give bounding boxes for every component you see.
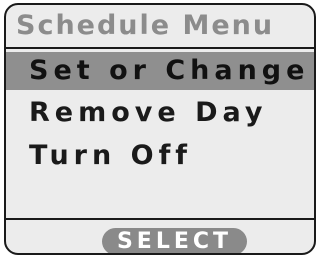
select-button[interactable]: SELECT <box>102 228 247 253</box>
softkey-divider <box>6 218 314 220</box>
title-divider <box>6 47 314 49</box>
lcd-screen: Schedule Menu Set or Change Remove Day T… <box>4 3 316 255</box>
menu-item-turn-off[interactable]: Turn Off <box>6 137 314 175</box>
menu-item-remove-day[interactable]: Remove Day <box>6 94 314 132</box>
menu-item-set-or-change[interactable]: Set or Change <box>6 52 314 90</box>
screen-title: Schedule Menu <box>16 10 275 41</box>
